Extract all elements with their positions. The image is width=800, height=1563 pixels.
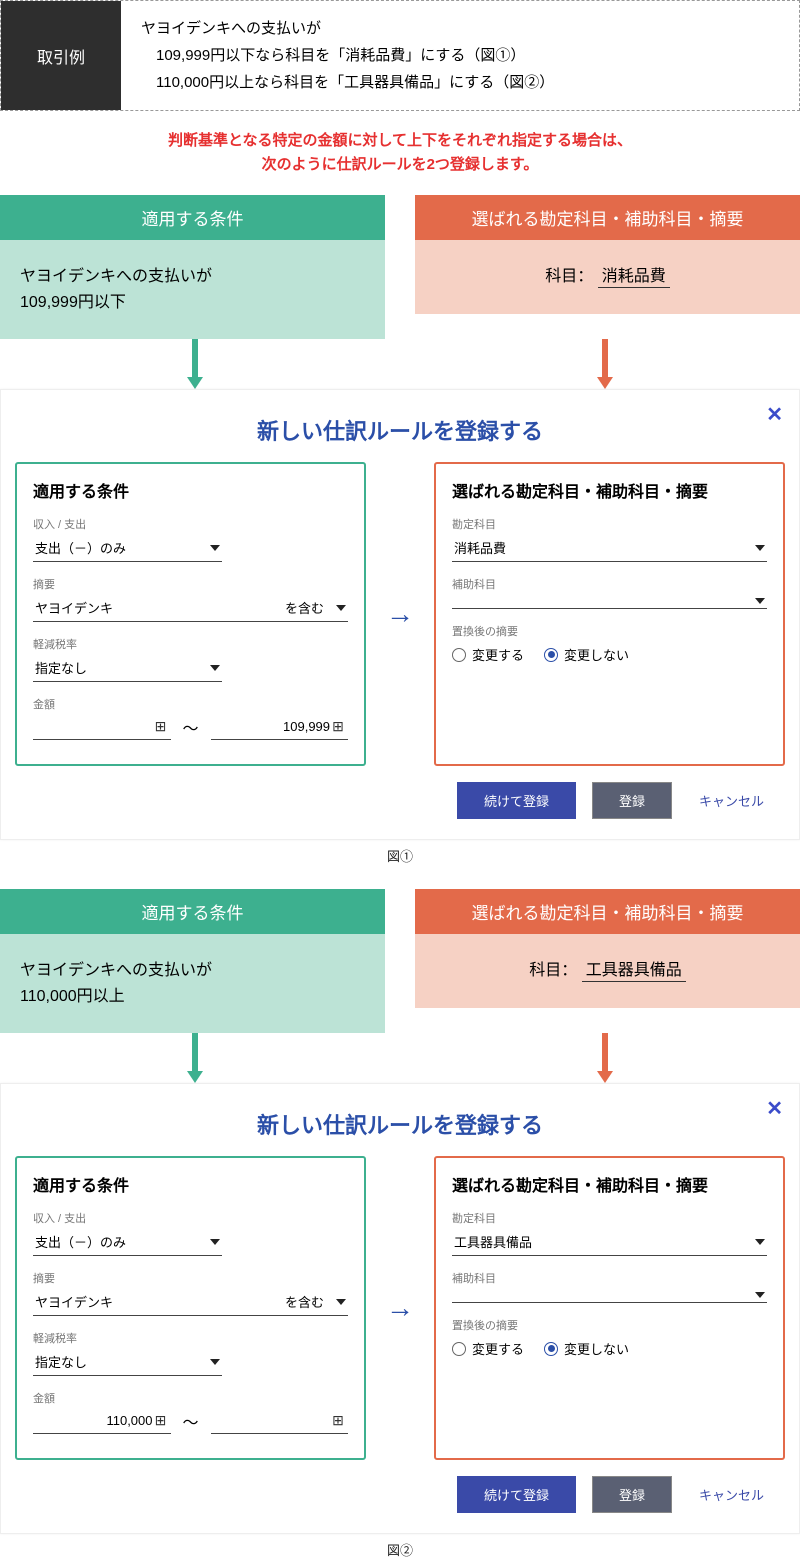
calculator-icon[interactable]: ⊞ xyxy=(153,1412,169,1429)
figure-caption-2: 図② xyxy=(0,1534,800,1563)
calculator-icon[interactable]: ⊞ xyxy=(330,1412,346,1429)
continue-register-button[interactable]: 続けて登録 xyxy=(457,1476,576,1513)
condition-header: 適用する条件 xyxy=(0,889,385,934)
example-box: 取引例 ヤヨイデンキへの支払いが 109,999円以下なら科目を「消耗品費」にす… xyxy=(0,0,800,111)
amount-to-input[interactable]: ⊞ xyxy=(211,1408,349,1434)
chevron-down-icon xyxy=(210,545,220,551)
dialog-title: 新しい仕訳ルールを登録する xyxy=(15,400,785,462)
close-icon[interactable]: ✕ xyxy=(766,402,783,427)
arrow-down-icon xyxy=(595,339,615,389)
chevron-down-icon xyxy=(336,1299,346,1305)
cancel-button[interactable]: キャンセル xyxy=(688,1476,775,1513)
sub-select[interactable] xyxy=(452,1288,767,1303)
result-header: 選ばれる勘定科目・補助科目・摘要 xyxy=(415,889,800,934)
example-text: ヤヨイデンキへの支払いが 109,999円以下なら科目を「消耗品費」にする（図①… xyxy=(121,1,799,110)
warning-text: 判断基準となる特定の金額に対して上下をそれぞれ指定する場合は、 次のように仕訳ル… xyxy=(0,111,800,195)
result-header: 選ばれる勘定科目・補助科目・摘要 xyxy=(415,195,800,240)
dialog-1: ✕ 新しい仕訳ルールを登録する 適用する条件 収入 / 支出 支出（－）のみ 摘… xyxy=(0,389,800,840)
chevron-down-icon xyxy=(755,1292,765,1298)
dialog-2: ✕ 新しい仕訳ルールを登録する 適用する条件 収入 / 支出 支出（－）のみ 摘… xyxy=(0,1083,800,1534)
close-icon[interactable]: ✕ xyxy=(766,1096,783,1121)
sub-select[interactable] xyxy=(452,594,767,609)
result-body: 科目： 工具器具備品 xyxy=(415,934,800,1008)
register-button[interactable]: 登録 xyxy=(592,782,672,819)
tax-select[interactable]: 指定なし xyxy=(33,1348,222,1376)
condition-header: 適用する条件 xyxy=(0,195,385,240)
continue-register-button[interactable]: 続けて登録 xyxy=(457,782,576,819)
io-select[interactable]: 支出（－）のみ xyxy=(33,1228,222,1256)
arrow-right-icon: → xyxy=(380,1156,420,1460)
radio-nochange[interactable]: 変更しない xyxy=(544,1339,629,1358)
chevron-down-icon xyxy=(755,598,765,604)
radio-change[interactable]: 変更する xyxy=(452,645,524,664)
chevron-down-icon xyxy=(755,545,765,551)
desc-input[interactable]: ヤヨイデンキを含む xyxy=(33,594,348,622)
tax-select[interactable]: 指定なし xyxy=(33,654,222,682)
desc-input[interactable]: ヤヨイデンキを含む xyxy=(33,1288,348,1316)
result-panel: 選ばれる勘定科目・補助科目・摘要 勘定科目 消耗品費 補助科目 置換後の摘要 変… xyxy=(434,462,785,766)
io-select[interactable]: 支出（－）のみ xyxy=(33,534,222,562)
amount-from-input[interactable]: 110,000⊞ xyxy=(33,1408,171,1434)
arrow-down-icon xyxy=(595,1033,615,1083)
chevron-down-icon xyxy=(755,1239,765,1245)
cancel-button[interactable]: キャンセル xyxy=(688,782,775,819)
chevron-down-icon xyxy=(210,665,220,671)
result-panel: 選ばれる勘定科目・補助科目・摘要 勘定科目 工具器具備品 補助科目 置換後の摘要… xyxy=(434,1156,785,1460)
amount-to-input[interactable]: 109,999⊞ xyxy=(211,714,349,740)
account-select[interactable]: 消耗品費 xyxy=(452,534,767,562)
calculator-icon[interactable]: ⊞ xyxy=(330,718,346,735)
condition-body: ヤヨイデンキへの支払いが 109,999円以下 xyxy=(0,240,385,339)
condition-panel: 適用する条件 収入 / 支出 支出（－）のみ 摘要 ヤヨイデンキを含む 軽減税率… xyxy=(15,1156,366,1460)
condition-body: ヤヨイデンキへの支払いが 110,000円以上 xyxy=(0,934,385,1033)
arrow-down-icon xyxy=(185,1033,205,1083)
account-select[interactable]: 工具器具備品 xyxy=(452,1228,767,1256)
dialog-title: 新しい仕訳ルールを登録する xyxy=(15,1094,785,1156)
arrows-2 xyxy=(0,1033,800,1083)
arrow-right-icon: → xyxy=(380,462,420,766)
chevron-down-icon xyxy=(210,1359,220,1365)
arrows-1 xyxy=(0,339,800,389)
example-label: 取引例 xyxy=(1,1,121,110)
amount-from-input[interactable]: ⊞ xyxy=(33,714,171,740)
arrow-down-icon xyxy=(185,339,205,389)
chevron-down-icon xyxy=(210,1239,220,1245)
radio-change[interactable]: 変更する xyxy=(452,1339,524,1358)
figure-caption-1: 図① xyxy=(0,840,800,889)
register-button[interactable]: 登録 xyxy=(592,1476,672,1513)
radio-nochange[interactable]: 変更しない xyxy=(544,645,629,664)
calculator-icon[interactable]: ⊞ xyxy=(153,718,169,735)
chevron-down-icon xyxy=(336,605,346,611)
summary-row-1: 適用する条件 ヤヨイデンキへの支払いが 109,999円以下 選ばれる勘定科目・… xyxy=(0,195,800,339)
condition-panel: 適用する条件 収入 / 支出 支出（－）のみ 摘要 ヤヨイデンキを含む 軽減税率… xyxy=(15,462,366,766)
summary-row-2: 適用する条件 ヤヨイデンキへの支払いが 110,000円以上 選ばれる勘定科目・… xyxy=(0,889,800,1033)
result-body: 科目： 消耗品費 xyxy=(415,240,800,314)
